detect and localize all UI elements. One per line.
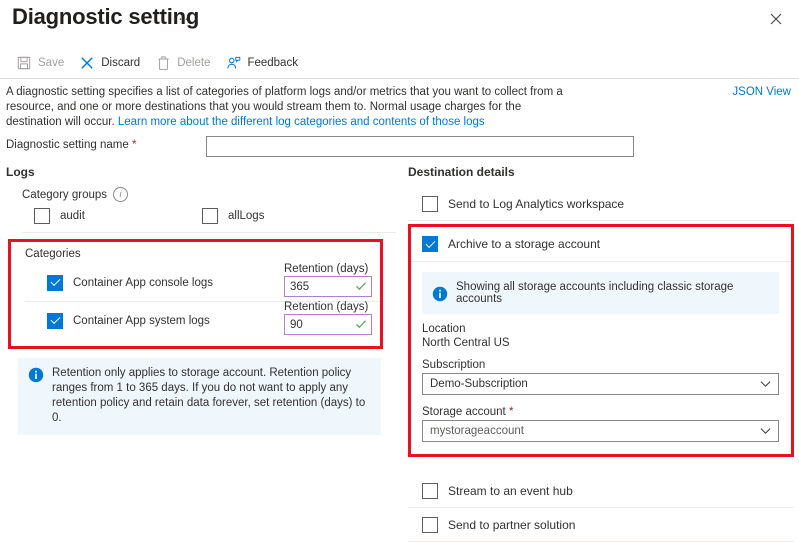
container-app-console-logs-checkbox[interactable] [47,274,63,291]
event-hub-label: Stream to an event hub [448,483,573,498]
archive-storage-account-label: Archive to a storage account [448,237,601,251]
storage-accounts-banner: Showing all storage accounts including c… [422,272,779,314]
learn-more-link[interactable]: Learn more about the different log categ… [118,116,485,128]
delete-label: Delete [177,57,211,69]
container-app-console-logs-label: Container App console logs [73,276,214,289]
more-options-ellipsis[interactable]: ··· [172,10,190,27]
retention-block-system-logs: Retention (days) [284,301,372,335]
audit-checkbox[interactable] [34,208,50,224]
discard-x-icon [78,55,96,71]
alllogs-checkbox[interactable] [202,208,218,224]
audit-label: audit [60,210,85,222]
feedback-label: Feedback [247,57,298,69]
category-groups-checkboxes: audit allLogs [34,208,396,224]
divider [22,232,396,233]
archive-body: Showing all storage accounts including c… [411,262,791,454]
name-label-text: Diagnostic setting name [6,139,132,151]
checkbox-row-audit[interactable]: audit [34,208,202,224]
container-app-system-logs-checkbox[interactable] [47,312,63,329]
retention-label-system-logs: Retention (days) [284,301,369,313]
location-value: North Central US [422,337,510,349]
storage-accounts-banner-text: Showing all storage accounts including c… [456,281,734,305]
diagnostic-setting-name-input[interactable] [206,136,634,157]
info-icon[interactable]: i [113,187,129,202]
retention-notice-text: Retention only applies to storage accoun… [52,367,366,424]
info-icon [432,286,448,301]
page-header: Diagnostic setting ··· [0,0,799,44]
save-label: Save [38,57,65,69]
chevron-down-icon [760,428,771,434]
retention-input-wrap-system-logs [284,314,372,335]
checkbox-row-alllogs[interactable]: allLogs [202,208,370,224]
destination-row-log-analytics[interactable]: Send to Log Analytics workspace [408,187,794,221]
partner-solution-label: Send to partner solution [448,517,576,532]
category-row-system-logs[interactable]: Container App system logs Retention (day… [25,301,380,339]
required-marker: * [131,139,137,151]
json-view-link[interactable]: JSON View [732,86,791,98]
location-label: Location [422,323,466,335]
save-button[interactable]: Save [13,50,71,76]
archive-highlight-box: Archive to a storage account Showing all… [408,224,794,457]
save-icon [15,55,33,71]
feedback-person-icon [224,55,242,71]
logs-section-title: Logs [6,165,35,179]
discard-label: Discard [101,57,141,69]
subscription-selected-value: Demo-Subscription [430,378,528,390]
destination-column: Destination details Send to Log Analytic… [408,165,794,542]
container-app-system-logs-label: Container App system logs [73,314,210,327]
event-hub-checkbox[interactable] [422,482,438,499]
destination-row-partner-solution[interactable]: Send to partner solution [408,508,794,542]
trash-icon [154,55,172,71]
category-groups-label: Category groups [22,188,108,201]
destination-row-archive[interactable]: Archive to a storage account [411,227,791,262]
storage-account-label: Storage account * [422,406,779,418]
partner-solution-checkbox[interactable] [422,516,438,533]
delete-button[interactable]: Delete [152,50,217,76]
valid-check-icon [356,282,366,291]
retention-input-wrap-console-logs [284,276,372,297]
subscription-label: Subscription [422,359,486,371]
diagnostic-setting-name-label: Diagnostic setting name * [6,139,136,151]
command-bar: Save Discard Delete Feedback [0,48,799,79]
subscription-select[interactable]: Demo-Subscription [422,373,779,395]
retention-block-console-logs: Retention (days) [284,263,372,297]
archive-storage-account-checkbox[interactable] [422,236,438,252]
diagnostic-setting-name-row: Diagnostic setting name * [6,136,796,158]
chevron-down-icon [760,381,771,387]
valid-check-icon [356,320,366,329]
retention-notice-banner: Retention only applies to storage accoun… [18,358,381,435]
category-groups-label-row: Category groups i [22,187,396,202]
required-marker: * [508,406,514,418]
storage-account-selected-value: mystorageaccount [430,425,524,437]
log-analytics-label: Send to Log Analytics workspace [448,196,625,211]
categories-highlight-box: Categories Container App console logs Re… [8,239,383,349]
close-icon[interactable] [763,6,789,32]
storage-account-select[interactable]: mystorageaccount [422,420,779,442]
categories-title: Categories [25,248,81,260]
destination-section-title: Destination details [408,165,515,179]
discard-button[interactable]: Discard [76,50,147,76]
log-analytics-checkbox[interactable] [422,195,438,212]
destination-row-event-hub[interactable]: Stream to an event hub [408,474,794,508]
storage-account-label-text: Storage account [422,406,509,418]
alllogs-label: allLogs [228,210,265,222]
info-icon [28,367,44,383]
feedback-button[interactable]: Feedback [222,50,305,76]
category-row-console-logs[interactable]: Container App console logs Retention (da… [11,263,380,301]
retention-label-console-logs: Retention (days) [284,263,369,275]
page-description: A diagnostic setting specifies a list of… [6,85,566,130]
logs-column: Logs Category groups i audit allLogs Cat… [6,165,396,435]
